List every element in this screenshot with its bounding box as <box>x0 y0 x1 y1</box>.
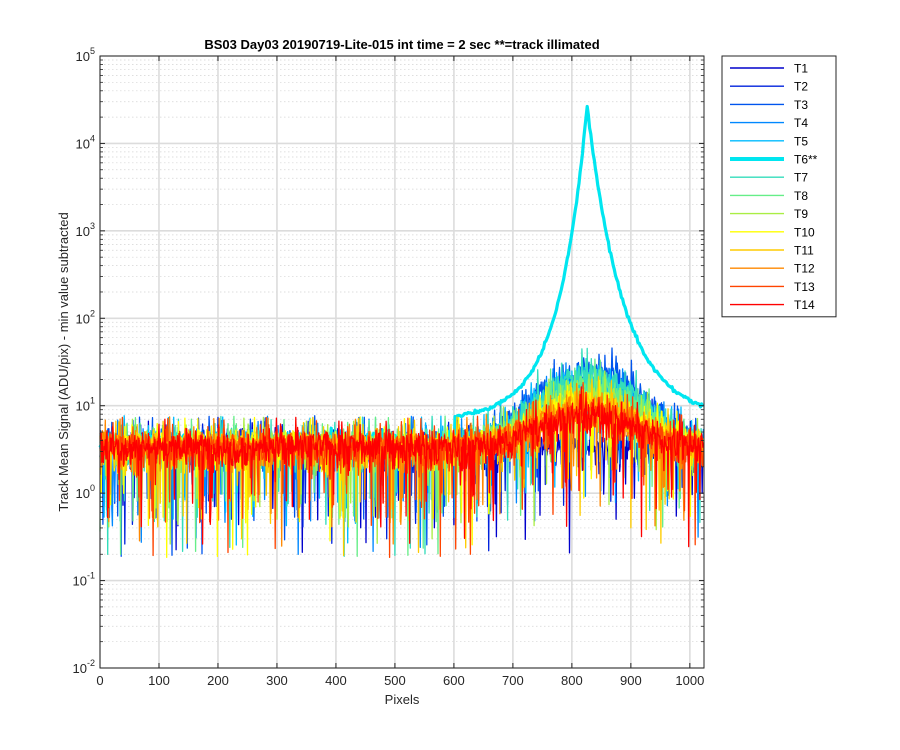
x-tick-label: 600 <box>443 673 465 688</box>
x-tick-label: 0 <box>96 673 103 688</box>
legend-label: T2 <box>794 80 808 94</box>
x-tick-label: 700 <box>502 673 524 688</box>
legend-label: T12 <box>794 262 815 276</box>
chart-title: BS03 Day03 20190719-Lite-015 int time = … <box>204 37 599 52</box>
x-tick-label: 200 <box>207 673 229 688</box>
legend-box <box>721 55 837 318</box>
legend-label: T1 <box>794 62 808 76</box>
legend-label: T5 <box>794 134 808 148</box>
y-tick-exponent: 1 <box>90 396 95 406</box>
legend-label: T8 <box>794 189 808 203</box>
y-tick-exponent: 3 <box>90 221 95 231</box>
x-axis-label: Pixels <box>385 692 420 707</box>
y-tick-exponent: 0 <box>90 483 95 493</box>
legend-label: T9 <box>794 207 808 221</box>
x-tick-label: 1000 <box>675 673 704 688</box>
legend-label: T11 <box>794 244 814 258</box>
x-tick-label: 900 <box>620 673 642 688</box>
legend: T1 T2 T3 T4 T5 T6** T7 T8 T9 T10 T11 T12 T13 T14 <box>721 55 837 318</box>
x-tick-label: 300 <box>266 673 288 688</box>
y-axis-label: Track Mean Signal (ADU/pix) - min value … <box>56 212 71 511</box>
x-tick-label: 500 <box>384 673 406 688</box>
legend-label: T10 <box>794 225 815 239</box>
y-tick-exponent: 4 <box>90 133 95 143</box>
legend-label: T7 <box>794 171 808 185</box>
y-tick-exponent: -2 <box>87 658 95 668</box>
y-tick-exponent: -1 <box>87 571 95 581</box>
legend-label: T3 <box>794 98 808 112</box>
legend-label: T14 <box>794 298 815 312</box>
legend-label: T6** <box>794 153 818 167</box>
chart-figure: 10-210-11001011021031041050 100 200 300 400 5… <box>0 0 900 750</box>
y-tick-exponent: 2 <box>90 308 95 318</box>
legend-label: T4 <box>794 116 808 130</box>
x-tick-label: 400 <box>325 673 347 688</box>
y-tick-exponent: 5 <box>90 46 95 56</box>
legend-label: T13 <box>794 280 815 294</box>
x-tick-label: 800 <box>561 673 583 688</box>
x-tick-label: 100 <box>148 673 170 688</box>
